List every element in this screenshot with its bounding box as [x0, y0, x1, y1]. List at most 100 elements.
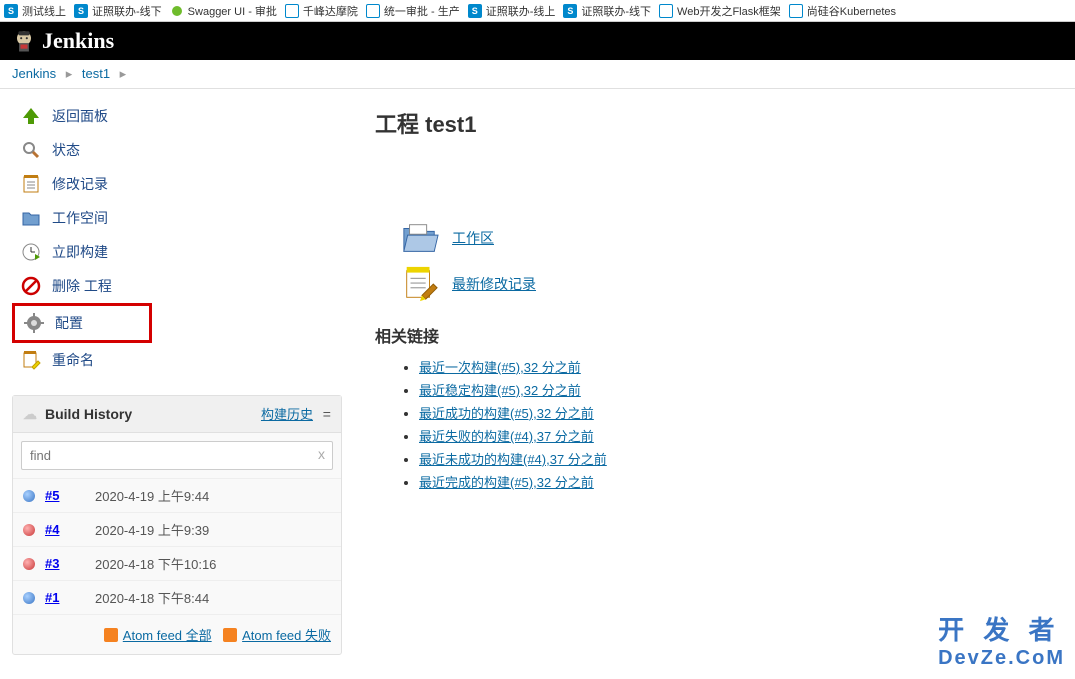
browser-tab[interactable]: Web开发之Flask框架 — [659, 3, 781, 19]
clock-play-icon — [20, 241, 42, 263]
sidebar-label: 修改记录 — [52, 174, 108, 194]
sidebar-item-changes[interactable]: 修改记录 — [12, 167, 355, 201]
up-arrow-icon — [20, 105, 42, 127]
atom-feed-all-link[interactable]: Atom feed 全部 — [123, 628, 212, 643]
breadcrumb-item[interactable]: test1 — [82, 66, 110, 81]
permalink-item: 最近成功的构建(#5),32 分之前 — [419, 403, 1055, 422]
permalink-link[interactable]: 最近稳定构建(#5),32 分之前 — [419, 383, 581, 398]
workspace-link-row: 工作区 — [400, 219, 1055, 257]
build-row[interactable]: #5 2020-4-19 上午9:44 — [13, 478, 341, 512]
build-number-link[interactable]: #4 — [45, 522, 95, 537]
header-title: Jenkins — [42, 28, 114, 54]
sidebar-label: 重命名 — [52, 350, 94, 370]
build-number-link[interactable]: #3 — [45, 556, 95, 571]
sidebar-item-status[interactable]: 状态 — [12, 133, 355, 167]
folder-open-icon — [400, 219, 440, 257]
sidebar-label: 状态 — [52, 140, 80, 160]
build-date: 2020-4-19 上午9:39 — [95, 520, 209, 539]
build-number-link[interactable]: #5 — [45, 488, 95, 503]
browser-tab[interactable]: S 证照联办-线下 — [74, 3, 162, 19]
breadcrumb-item[interactable]: Jenkins — [12, 66, 56, 81]
build-history-title: Build History — [45, 406, 132, 422]
jenkins-logo[interactable]: Jenkins — [10, 27, 114, 55]
build-status-ball-icon — [23, 558, 35, 570]
sidebar-item-back-to-dashboard[interactable]: 返回面板 — [12, 99, 355, 133]
watermark-line: DevZe.CoM — [938, 647, 1065, 670]
build-history-widget: ☁ Build History 构建历史 = x #5 2020-4-19 上午… — [12, 395, 342, 655]
browser-tab[interactable]: S证照联办-线上 — [468, 3, 556, 19]
notepad-pencil-icon — [400, 265, 440, 303]
build-number-link[interactable]: #1 — [45, 590, 95, 605]
browser-tab[interactable]: 统一审批 - 生产 — [366, 3, 460, 19]
permalink-link[interactable]: 最近完成的构建(#5),32 分之前 — [419, 475, 594, 490]
permalink-item: 最近稳定构建(#5),32 分之前 — [419, 380, 1055, 399]
sidebar-item-build-now[interactable]: 立即构建 — [12, 235, 355, 269]
workspace-link[interactable]: 工作区 — [452, 228, 494, 248]
tab-label: 尚硅谷Kubernetes — [807, 3, 896, 19]
tab-label: 千峰达摩院 — [303, 3, 358, 19]
sidebar-item-rename[interactable]: 重命名 — [12, 343, 355, 377]
permalink-item: 最近失败的构建(#4),37 分之前 — [419, 426, 1055, 445]
main-panel: 工程 test1 工作区 最新修改记录 相关链接 最近一次构建(#5),32 分… — [355, 89, 1075, 679]
permalink-item: 最近未成功的构建(#4),37 分之前 — [419, 449, 1055, 468]
build-date: 2020-4-18 下午10:16 — [95, 554, 216, 573]
side-panel: 返回面板 状态 修改记录 工作空间 立即构建 删除 工程 配置 重命名 — [0, 89, 355, 679]
gear-icon — [23, 312, 45, 334]
build-history-feeds: Atom feed 全部 Atom feed 失败 — [13, 614, 341, 654]
browser-tabs-bar: S测试线上 S 证照联办-线下 Swagger UI - 审批 千峰达摩院 统一审… — [0, 0, 1075, 22]
permalink-link[interactable]: 最近失败的构建(#4),37 分之前 — [419, 429, 594, 444]
build-row[interactable]: #1 2020-4-18 下午8:44 — [13, 580, 341, 614]
build-date: 2020-4-18 下午8:44 — [95, 588, 209, 607]
jenkins-mascot-icon — [10, 27, 38, 55]
build-status-ball-icon — [23, 524, 35, 536]
permalink-item: 最近一次构建(#5),32 分之前 — [419, 357, 1055, 376]
permalink-link[interactable]: 最近一次构建(#5),32 分之前 — [419, 360, 581, 375]
notepad-icon — [20, 173, 42, 195]
clear-search-icon[interactable]: x — [318, 446, 325, 462]
cloud-icon: ☁ — [23, 406, 37, 423]
favicon-icon — [789, 4, 803, 18]
sidebar-label: 配置 — [55, 313, 83, 333]
search-icon — [20, 139, 42, 161]
browser-tab[interactable]: 尚硅谷Kubernetes — [789, 3, 896, 19]
build-row[interactable]: #4 2020-4-19 上午9:39 — [13, 512, 341, 546]
rss-icon — [104, 628, 118, 642]
tab-label: Swagger UI - 审批 — [188, 3, 277, 19]
browser-tab[interactable]: Swagger UI - 审批 — [170, 3, 277, 19]
browser-tab[interactable]: S 证照联办-线下 — [563, 3, 651, 19]
build-search-input[interactable] — [21, 441, 333, 470]
recent-changes-link[interactable]: 最新修改记录 — [452, 274, 536, 294]
tab-label: Web开发之Flask框架 — [677, 3, 781, 19]
build-status-ball-icon — [23, 490, 35, 502]
favicon-icon: S — [563, 4, 577, 18]
page-title: 工程 test1 — [375, 107, 1055, 139]
permalink-link[interactable]: 最近成功的构建(#5),32 分之前 — [419, 406, 594, 421]
sidebar-item-delete-project[interactable]: 删除 工程 — [12, 269, 355, 303]
sidebar-label: 删除 工程 — [52, 276, 112, 296]
sidebar-label: 返回面板 — [52, 106, 108, 126]
permalink-link[interactable]: 最近未成功的构建(#4),37 分之前 — [419, 452, 607, 467]
tab-label: 证照联办-线下 — [581, 3, 651, 19]
browser-tab[interactable]: S测试线上 — [4, 3, 66, 19]
favicon-icon — [285, 4, 299, 18]
favicon-icon — [170, 4, 184, 18]
tab-label: 证照联办-线下 — [92, 3, 162, 19]
favicon-icon: S — [468, 4, 482, 18]
rss-icon — [223, 628, 237, 642]
sidebar-item-workspace[interactable]: 工作空间 — [12, 201, 355, 235]
atom-feed-failures-link[interactable]: Atom feed 失败 — [242, 628, 331, 643]
sidebar-label: 工作空间 — [52, 208, 108, 228]
sidebar-item-configure[interactable]: 配置 — [12, 303, 152, 343]
browser-tab[interactable]: 千峰达摩院 — [285, 3, 358, 19]
favicon-icon: S — [74, 4, 88, 18]
build-history-header: ☁ Build History 构建历史 = — [13, 396, 341, 433]
build-date: 2020-4-19 上午9:44 — [95, 486, 209, 505]
watermark: 开 发 者 DevZe.CoM — [938, 610, 1065, 670]
build-row[interactable]: #3 2020-4-18 下午10:16 — [13, 546, 341, 580]
chevron-right-icon: ▸ — [66, 66, 73, 81]
favicon-icon: S — [4, 4, 18, 18]
favicon-icon — [659, 4, 673, 18]
collapse-icon[interactable]: = — [323, 408, 331, 424]
build-history-trend-link[interactable]: 构建历史 — [261, 407, 313, 422]
no-entry-icon — [20, 275, 42, 297]
